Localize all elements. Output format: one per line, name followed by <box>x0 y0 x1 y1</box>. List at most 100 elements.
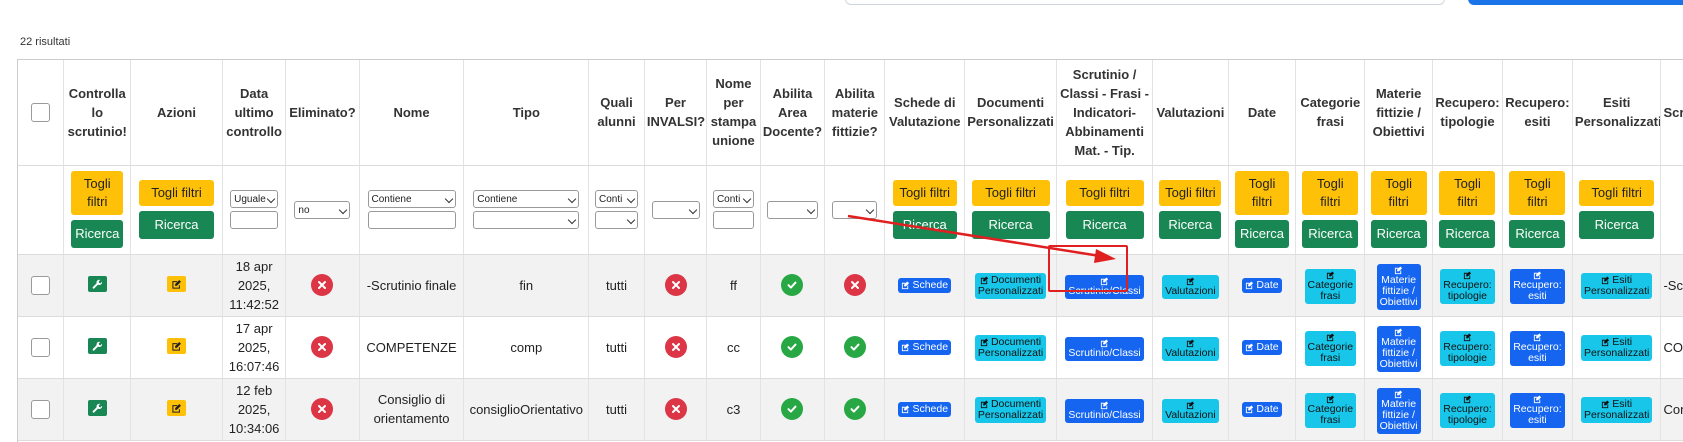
nome-operator-select[interactable]: Contiene <box>367 190 456 208</box>
valutazioni-button[interactable]: Valutazioni <box>1162 398 1219 423</box>
ricerca-button[interactable]: Ricerca <box>71 220 124 248</box>
togli-filtri-button[interactable]: Togli filtri <box>1579 180 1655 206</box>
ricerca-button[interactable]: Ricerca <box>892 211 957 239</box>
recupero-tipologie-button[interactable]: Recupero: tipologie <box>1440 393 1495 428</box>
togli-filtri-button[interactable]: Togli filtri <box>1439 171 1496 215</box>
ricerca-button[interactable]: Ricerca <box>1302 220 1359 248</box>
area-docente-filter-select[interactable] <box>766 200 818 219</box>
stampa-operator-select[interactable]: Conti <box>712 190 754 208</box>
categorie-frasi-button[interactable]: Categorie frasi <box>1304 393 1357 428</box>
edit-icon[interactable] <box>166 338 186 354</box>
col-header-stampa[interactable]: Nome per stampa unione <box>706 60 761 166</box>
col-header-eliminato[interactable]: Eliminato? <box>285 60 360 166</box>
togli-filtri-button[interactable]: Togli filtri <box>138 180 214 206</box>
col-header-last[interactable]: Scr <box>1660 60 1683 166</box>
stampa-filter-input[interactable] <box>712 211 754 229</box>
ricerca-button[interactable]: Ricerca <box>1579 211 1655 239</box>
data-filter-input[interactable] <box>230 211 279 229</box>
col-header-scrutinio[interactable]: Scrutinio / Classi - Frasi - Indicatori-… <box>1056 60 1154 166</box>
categorie-frasi-button[interactable]: Categorie frasi <box>1304 331 1357 366</box>
documenti-personalizzati-button[interactable]: Documenti Personalizzati <box>974 397 1047 423</box>
table-row[interactable]: 12 feb 2025, 10:34:06 Consiglio di orientam… <box>18 378 1683 441</box>
documenti-personalizzati-button[interactable]: Documenti Personalizzati <box>974 273 1047 299</box>
togli-filtri-button[interactable]: Togli filtri <box>1065 180 1144 206</box>
col-header-categorie[interactable]: Categorie frasi <box>1295 60 1366 166</box>
top-search-input[interactable] <box>845 0 1445 5</box>
edit-icon[interactable] <box>166 400 186 416</box>
col-header-recupero-tipologie[interactable]: Recupero: tipologie <box>1432 60 1503 166</box>
col-header-data[interactable]: Data ultimo controllo <box>222 60 287 166</box>
col-header-schede[interactable]: Schede di Valutazione <box>884 60 966 166</box>
wrench-icon[interactable] <box>87 338 107 354</box>
edit-icon[interactable] <box>166 276 186 292</box>
select-all-checkbox[interactable] <box>31 103 51 123</box>
ricerca-button[interactable]: Ricerca <box>1159 211 1222 239</box>
date-button[interactable]: Date <box>1242 339 1282 355</box>
wrench-icon[interactable] <box>87 400 107 416</box>
ricerca-button[interactable]: Ricerca <box>1509 220 1566 248</box>
col-header-controlla[interactable]: Controlla lo scrutinio! <box>63 60 132 166</box>
documenti-personalizzati-button[interactable]: Documenti Personalizzati <box>974 335 1047 361</box>
alunni-filter-select[interactable] <box>594 211 638 229</box>
col-header-materie[interactable]: Materie fittizie / Obiettivi <box>1364 60 1433 166</box>
materie-fittizie-button[interactable]: Materie fittizie / Obiettivi <box>1376 387 1421 434</box>
ricerca-button[interactable]: Ricerca <box>1065 211 1144 239</box>
ricerca-button[interactable]: Ricerca <box>1439 220 1496 248</box>
esiti-personalizzati-button[interactable]: Esiti Personalizzati <box>1580 397 1653 423</box>
esiti-personalizzati-button[interactable]: Esiti Personalizzati <box>1580 335 1653 361</box>
col-header-azioni[interactable]: Azioni <box>130 60 223 166</box>
table-row[interactable]: 17 apr 2025, 16:07:46 COMPETENZE comp tutt… <box>18 316 1683 379</box>
col-header-nome[interactable]: Nome <box>359 60 465 166</box>
invalsi-filter-select[interactable] <box>651 200 700 219</box>
schede-button[interactable]: Schede <box>898 277 952 293</box>
togli-filtri-button[interactable]: Togli filtri <box>892 180 957 206</box>
top-action-button[interactable] <box>1468 0 1683 5</box>
row-checkbox[interactable] <box>31 400 51 420</box>
togli-filtri-button[interactable]: Togli filtri <box>1234 171 1289 215</box>
data-operator-select[interactable]: Uguale <box>230 190 279 208</box>
col-header-date[interactable]: Date <box>1228 60 1297 166</box>
scrutinio-classi-button[interactable]: Scrutinio/Classi <box>1065 336 1144 361</box>
valutazioni-button[interactable]: Valutazioni <box>1162 274 1219 299</box>
alunni-operator-select[interactable]: Conti <box>594 190 638 208</box>
col-header-esiti[interactable]: Esiti Personalizzati <box>1572 60 1662 166</box>
schede-button[interactable]: Schede <box>898 339 952 355</box>
recupero-tipologie-button[interactable]: Recupero: tipologie <box>1440 331 1495 366</box>
date-button[interactable]: Date <box>1242 277 1282 293</box>
recupero-esiti-button[interactable]: Recupero: esiti <box>1510 393 1565 428</box>
ricerca-button[interactable]: Ricerca <box>971 211 1050 239</box>
togli-filtri-button[interactable]: Togli filtri <box>1509 171 1566 215</box>
ricerca-button[interactable]: Ricerca <box>138 211 214 239</box>
col-header-tipo[interactable]: Tipo <box>463 60 590 166</box>
togli-filtri-button[interactable]: Togli filtri <box>1159 180 1222 206</box>
materie-fittizie-button[interactable]: Materie fittizie / Obiettivi <box>1376 263 1421 310</box>
ricerca-button[interactable]: Ricerca <box>1370 220 1427 248</box>
col-header-valutazioni[interactable]: Valutazioni <box>1152 60 1229 166</box>
categorie-frasi-button[interactable]: Categorie frasi <box>1304 269 1357 304</box>
row-checkbox[interactable] <box>31 276 51 296</box>
schede-button[interactable]: Schede <box>898 401 952 417</box>
wrench-icon[interactable] <box>87 276 107 292</box>
eliminato-filter-select[interactable]: no <box>294 200 351 219</box>
row-checkbox[interactable] <box>31 338 51 358</box>
recupero-esiti-button[interactable]: Recupero: esiti <box>1510 331 1565 366</box>
col-header-area-docente[interactable]: Abilita Area Docente? <box>760 60 826 166</box>
tipo-operator-select[interactable]: Contiene <box>473 190 580 208</box>
col-header-invalsi[interactable]: Per INVALSI? <box>644 60 708 166</box>
togli-filtri-button[interactable]: Togli filtri <box>971 180 1050 206</box>
table-row[interactable]: 18 apr 2025, 11:42:52 -Scrutinio finale fi… <box>18 254 1683 317</box>
recupero-tipologie-button[interactable]: Recupero: tipologie <box>1440 269 1495 304</box>
tipo-filter-select[interactable] <box>473 211 580 229</box>
esiti-personalizzati-button[interactable]: Esiti Personalizzati <box>1580 273 1653 299</box>
materie-fittizie-button[interactable]: Materie fittizie / Obiettivi <box>1376 325 1421 372</box>
materie-fittizie-filter-select[interactable] <box>832 200 878 219</box>
togli-filtri-button[interactable]: Togli filtri <box>1302 171 1359 215</box>
nome-filter-input[interactable] <box>367 211 456 229</box>
valutazioni-button[interactable]: Valutazioni <box>1162 336 1219 361</box>
col-header-alunni[interactable]: Quali alunni <box>588 60 645 166</box>
ricerca-button[interactable]: Ricerca <box>1234 220 1289 248</box>
col-header-documenti[interactable]: Documenti Personalizzati <box>964 60 1057 166</box>
col-header-materie-fittizie[interactable]: Abilita materie fittizie? <box>824 60 886 166</box>
scrutinio-classi-button[interactable]: Scrutinio/Classi <box>1065 398 1144 423</box>
col-header-recupero-esiti[interactable]: Recupero: esiti <box>1502 60 1573 166</box>
